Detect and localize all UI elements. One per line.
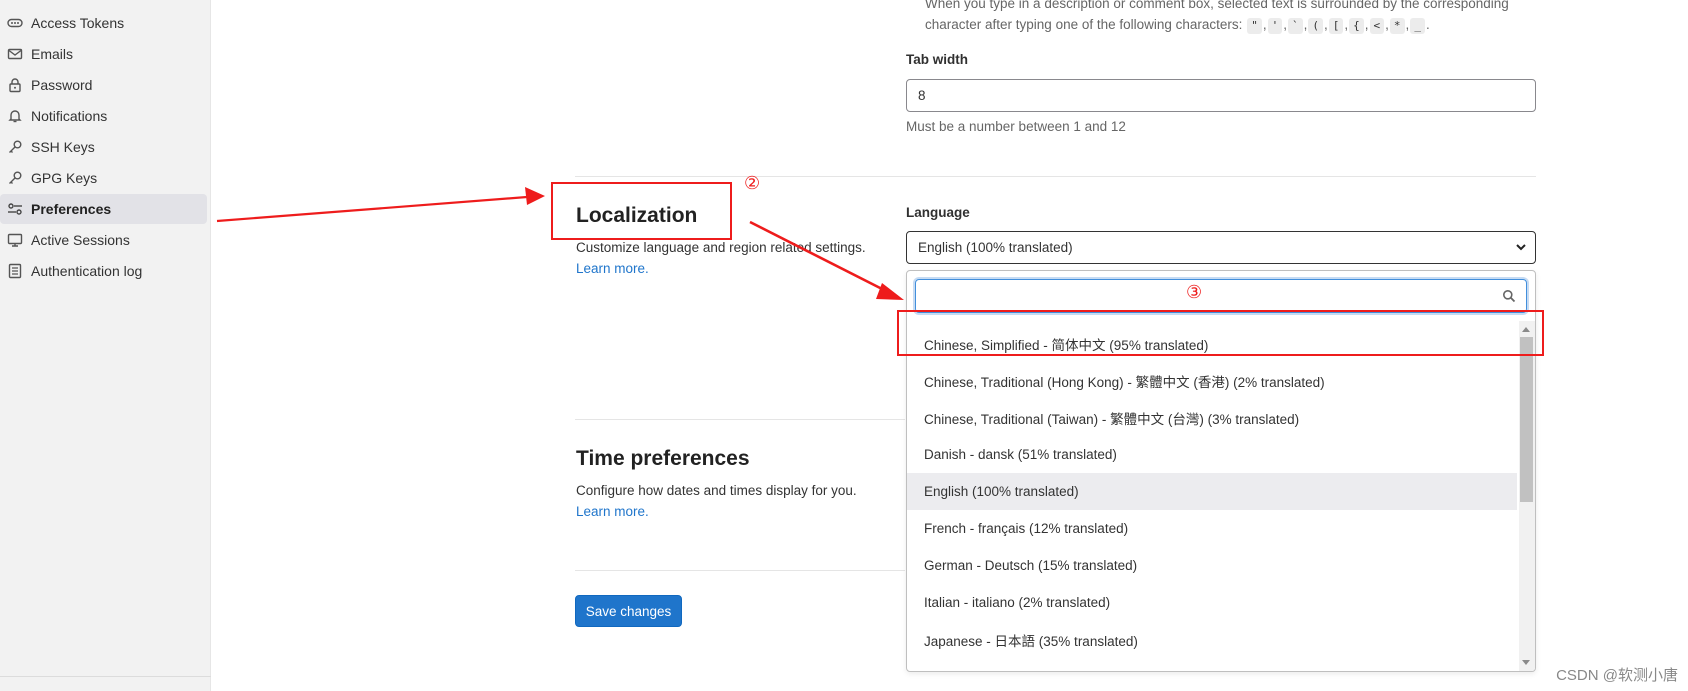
section-divider bbox=[575, 176, 1536, 177]
key-icon bbox=[7, 170, 23, 186]
section-divider bbox=[575, 419, 905, 420]
envelope-icon bbox=[7, 46, 23, 62]
char-code: < bbox=[1369, 18, 1385, 34]
sidebar-item-label: Access Tokens bbox=[31, 15, 125, 31]
sidebar-item-authentication-log[interactable]: Authentication log bbox=[0, 256, 207, 286]
char-code: ( bbox=[1308, 18, 1323, 34]
preferences-icon bbox=[7, 201, 23, 217]
scroll-down-arrow-icon[interactable] bbox=[1522, 660, 1530, 665]
annotation-arrow-to-localization bbox=[216, 187, 545, 223]
section-divider bbox=[575, 570, 905, 571]
language-option[interactable]: Korean - 한국어 (11% translated) bbox=[907, 658, 1517, 672]
annotation-number-3: ③ bbox=[1186, 282, 1203, 302]
sidebar-item-preferences[interactable]: Preferences bbox=[0, 194, 207, 224]
tab-width-value: 8 bbox=[918, 88, 926, 103]
hint-line-2-text: character after typing one of the follow… bbox=[925, 17, 1243, 32]
token-icon bbox=[7, 15, 23, 31]
tab-width-input[interactable]: 8 bbox=[906, 79, 1536, 112]
tab-width-hint: Must be a number between 1 and 12 bbox=[906, 119, 1126, 134]
sidebar-item-label: GPG Keys bbox=[31, 170, 98, 186]
sidebar-divider bbox=[0, 676, 211, 677]
language-option[interactable]: Italian - italiano (2% translated) bbox=[907, 584, 1517, 621]
annotation-box-localization bbox=[551, 182, 732, 240]
dropdown-scrollbar-thumb[interactable] bbox=[1520, 337, 1533, 502]
language-options-list: Chinese, Simplified - 简体中文 (95% translat… bbox=[907, 325, 1517, 672]
language-selected-value: English (100% translated) bbox=[918, 240, 1073, 255]
language-label: Language bbox=[906, 205, 970, 220]
language-option[interactable]: Japanese - 日本語 (35% translated) bbox=[907, 621, 1517, 658]
annotation-box-chinese-simplified bbox=[897, 310, 1544, 356]
csdn-watermark: CSDN @软测小唐 bbox=[1556, 667, 1678, 684]
language-option[interactable]: Chinese, Traditional (Hong Kong) - 繁體中文 … bbox=[907, 362, 1517, 399]
key-icon bbox=[7, 139, 23, 155]
settings-sidebar: Access Tokens Emails Password Notificati… bbox=[0, 0, 211, 691]
surround-text-hint: When you type in a description or commen… bbox=[925, 0, 1545, 35]
hint-line-1: When you type in a description or commen… bbox=[925, 0, 1509, 11]
language-option[interactable]: German - Deutsch (15% translated) bbox=[907, 547, 1517, 584]
localization-learn-more-link[interactable]: Learn more. bbox=[576, 261, 649, 276]
time-preferences-description: Configure how dates and times display fo… bbox=[576, 483, 857, 498]
sidebar-item-label: Active Sessions bbox=[31, 232, 130, 248]
sidebar-item-label: Password bbox=[31, 77, 93, 93]
sidebar-item-password[interactable]: Password bbox=[0, 70, 207, 100]
language-select[interactable]: English (100% translated) bbox=[906, 231, 1536, 264]
hint-line-2: character after typing one of the follow… bbox=[925, 17, 1430, 34]
char-code: ` bbox=[1287, 18, 1303, 34]
sidebar-item-label: Notifications bbox=[31, 108, 108, 124]
language-search-input[interactable] bbox=[915, 279, 1527, 313]
sidebar-item-label: Emails bbox=[31, 46, 74, 62]
log-icon bbox=[7, 263, 23, 279]
chevron-down-icon bbox=[1515, 241, 1527, 253]
time-preferences-title: Time preferences bbox=[576, 447, 750, 470]
language-option[interactable]: French - français (12% translated) bbox=[907, 510, 1517, 547]
language-option[interactable]: Danish - dansk (51% translated) bbox=[907, 436, 1517, 473]
annotation-arrow-to-dropdown bbox=[749, 220, 904, 300]
save-changes-button[interactable]: Save changes bbox=[575, 595, 682, 627]
search-icon bbox=[1502, 289, 1516, 303]
sidebar-item-access-tokens[interactable]: Access Tokens bbox=[0, 8, 207, 38]
lock-icon bbox=[7, 77, 23, 93]
char-code: * bbox=[1389, 18, 1405, 34]
sidebar-item-notifications[interactable]: Notifications bbox=[0, 101, 207, 131]
language-option-selected[interactable]: English (100% translated) bbox=[907, 473, 1517, 510]
char-code: { bbox=[1349, 18, 1364, 34]
sidebar-item-label: SSH Keys bbox=[31, 139, 95, 155]
sidebar-item-label: Authentication log bbox=[31, 263, 143, 279]
localization-description: Customize language and region related se… bbox=[576, 240, 866, 255]
sidebar-item-ssh-keys[interactable]: SSH Keys bbox=[0, 132, 207, 162]
tab-width-label: Tab width bbox=[906, 52, 968, 67]
sidebar-item-active-sessions[interactable]: Active Sessions bbox=[0, 225, 207, 255]
sidebar-item-gpg-keys[interactable]: GPG Keys bbox=[0, 163, 207, 193]
bell-icon bbox=[7, 108, 23, 124]
monitor-icon bbox=[7, 232, 23, 248]
char-code: " bbox=[1247, 18, 1262, 34]
sidebar-item-emails[interactable]: Emails bbox=[0, 39, 207, 69]
char-code: _ bbox=[1410, 18, 1425, 34]
sidebar-item-label: Preferences bbox=[31, 201, 112, 217]
annotation-number-2: ② bbox=[744, 173, 761, 193]
char-code: ' bbox=[1267, 18, 1283, 34]
time-preferences-learn-more-link[interactable]: Learn more. bbox=[576, 504, 649, 519]
language-option[interactable]: Chinese, Traditional (Taiwan) - 繁體中文 (台灣… bbox=[907, 399, 1517, 436]
char-code: [ bbox=[1328, 18, 1344, 34]
